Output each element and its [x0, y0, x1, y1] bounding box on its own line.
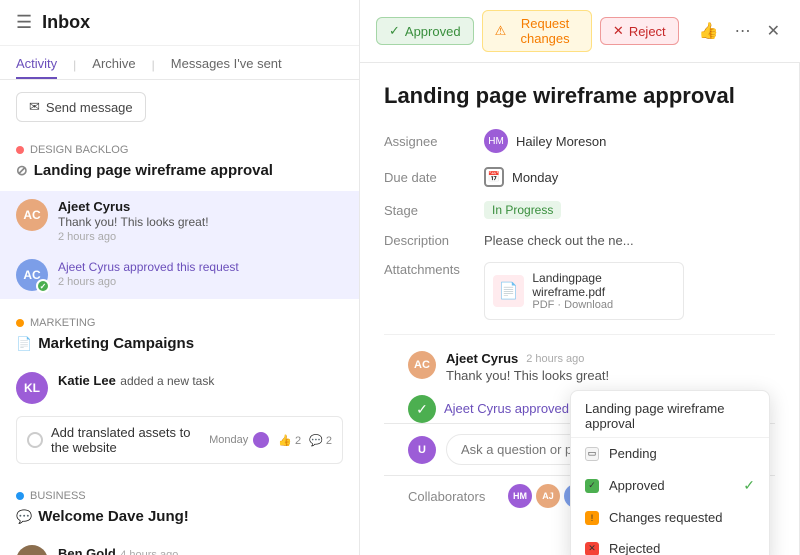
pdf-icon: 📄	[493, 275, 524, 307]
avatar-katie: KL	[16, 372, 48, 404]
collab-avatar-1: HM	[508, 484, 532, 508]
task-avatars	[256, 431, 270, 449]
group-label-design: Design Backlog	[16, 144, 343, 156]
tab-messages[interactable]: Messages I've sent	[171, 50, 282, 79]
approved-badge: ✓	[36, 279, 50, 293]
menu-icon[interactable]: ☰	[16, 12, 32, 33]
group-title-marketing[interactable]: 📄 Marketing Campaigns	[16, 335, 343, 352]
group-title-design[interactable]: ⊘ Landing page wireframe approval	[16, 162, 343, 179]
approved-check-icon: ✓	[408, 395, 436, 423]
field-assignee: Assignee HM Hailey Moreson	[384, 129, 775, 153]
x-icon: ✕	[613, 23, 624, 39]
notification-ben[interactable]: BG Ben Gold 4 hours ago Hi Team,	[0, 537, 359, 555]
group-title-business[interactable]: 💬 Welcome Dave Jung!	[16, 508, 343, 525]
group-label-business: Business	[16, 490, 343, 502]
avatar-ajeet: AC	[16, 199, 48, 231]
status-dropdown: Landing page wireframe approval ▭ Pendin…	[570, 390, 770, 555]
stage-badge[interactable]: In Progress	[484, 201, 561, 219]
dot-icon-business	[16, 492, 24, 500]
comment-body-1: Ajeet Cyrus 2 hours ago Thank you! This …	[446, 351, 751, 383]
check-icon: ✓	[389, 23, 400, 39]
avatar-ajeet2: AC ✓	[16, 259, 48, 291]
pending-icon: ▭	[585, 447, 599, 461]
group-marketing: Marketing 📄 Marketing Campaigns	[0, 307, 359, 364]
notif-content-ben: Ben Gold 4 hours ago Hi Team,	[58, 545, 343, 555]
comment-avatar-1: AC	[408, 351, 436, 379]
field-attachments: Attatchments 📄 Landingpage wireframe.pdf…	[384, 262, 775, 320]
tab-archive[interactable]: Archive	[92, 50, 135, 79]
dropdown-item-approved[interactable]: ✓ Approved ✓	[571, 469, 769, 502]
more-options-button[interactable]: ⋯	[731, 17, 755, 45]
notification-item-ajeet1[interactable]: AC Ajeet Cyrus Thank you! This looks gre…	[0, 191, 359, 251]
dropdown-item-changes[interactable]: ! Changes requested	[571, 502, 769, 533]
dot-icon	[16, 146, 24, 154]
group-label-marketing: Marketing	[16, 317, 343, 329]
field-due: Due date 📅 Monday	[384, 167, 775, 187]
rejected-status-icon: ✕	[585, 542, 599, 555]
attachment-item[interactable]: 📄 Landingpage wireframe.pdf PDF · Downlo…	[484, 262, 684, 320]
thumbs-up-button[interactable]: 👍	[695, 17, 723, 45]
speech-icon: 💬	[16, 509, 32, 525]
warning-icon: ⚠	[495, 23, 507, 39]
notification-katie[interactable]: KL Katie Lee added a new task	[0, 364, 359, 412]
stage-value: In Progress	[484, 201, 561, 219]
close-button[interactable]: ✕	[763, 17, 784, 45]
calendar-icon: 📅	[484, 167, 504, 187]
avatar-ben: BG	[16, 545, 48, 555]
detail-title: Landing page wireframe approval	[384, 83, 775, 109]
current-user-avatar: U	[408, 436, 436, 464]
comment-1: AC Ajeet Cyrus 2 hours ago Thank you! Th…	[408, 351, 751, 383]
main-panel: ✓ Approved ⚠ Request changes ✕ Reject 👍 …	[360, 0, 800, 555]
attachment-info: Landingpage wireframe.pdf PDF · Download	[532, 271, 675, 311]
dropdown-item-pending[interactable]: ▭ Pending	[571, 438, 769, 469]
collab-avatar-2: AJ	[536, 484, 560, 508]
sidebar: ☰ Inbox Activity | Archive | Messages I'…	[0, 0, 360, 555]
notif-content-ajeet1: Ajeet Cyrus Thank you! This looks great!…	[58, 199, 343, 243]
field-description: Description Please check out the ne...	[384, 233, 775, 248]
reject-button[interactable]: ✕ Reject	[600, 17, 679, 45]
task-meta: Monday 👍 2 💬 2	[209, 431, 332, 449]
request-changes-button[interactable]: ⚠ Request changes	[482, 10, 592, 52]
notification-item-ajeet2[interactable]: AC ✓ Ajeet Cyrus approved this request 2…	[0, 251, 359, 299]
doc-icon: 📄	[16, 336, 32, 352]
approved-highlight[interactable]: Ajeet Cyrus approved this request	[58, 260, 239, 274]
inbox-title: Inbox	[42, 12, 90, 33]
group-business: Business 💬 Welcome Dave Jung!	[0, 480, 359, 537]
notif-content-katie: Katie Lee added a new task	[58, 372, 343, 404]
assignee-value: HM Hailey Moreson	[484, 129, 606, 153]
dot-icon-marketing	[16, 319, 24, 327]
approved-status-icon: ✓	[585, 479, 599, 493]
field-stage: Stage In Progress	[384, 201, 775, 219]
due-value: 📅 Monday	[484, 167, 558, 187]
dropdown-item-rejected[interactable]: ✕ Rejected	[571, 533, 769, 555]
detail-toolbar: ✓ Approved ⚠ Request changes ✕ Reject 👍 …	[360, 0, 800, 63]
changes-status-icon: !	[585, 511, 599, 525]
check-circle-icon: ⊘	[16, 162, 28, 179]
notif-content-ajeet2: Ajeet Cyrus approved this request 2 hour…	[58, 259, 343, 291]
task-check-icon	[27, 432, 43, 448]
sidebar-tabs: Activity | Archive | Messages I've sent	[0, 46, 359, 80]
send-message-button[interactable]: ✉ Send message	[16, 92, 146, 122]
send-icon: ✉	[29, 99, 40, 115]
task-item[interactable]: Add translated assets to the website Mon…	[16, 416, 343, 464]
dropdown-header: Landing page wireframe approval	[571, 391, 769, 438]
sidebar-header: ☰ Inbox	[0, 0, 359, 46]
description-text: Please check out the ne...	[484, 233, 634, 248]
task-avatar-1	[252, 431, 270, 449]
approved-button[interactable]: ✓ Approved	[376, 17, 474, 45]
tab-activity[interactable]: Activity	[16, 50, 57, 79]
selected-check-icon: ✓	[743, 477, 755, 494]
group-design-backlog: Design Backlog ⊘ Landing page wireframe …	[0, 134, 359, 191]
assignee-avatar: HM	[484, 129, 508, 153]
